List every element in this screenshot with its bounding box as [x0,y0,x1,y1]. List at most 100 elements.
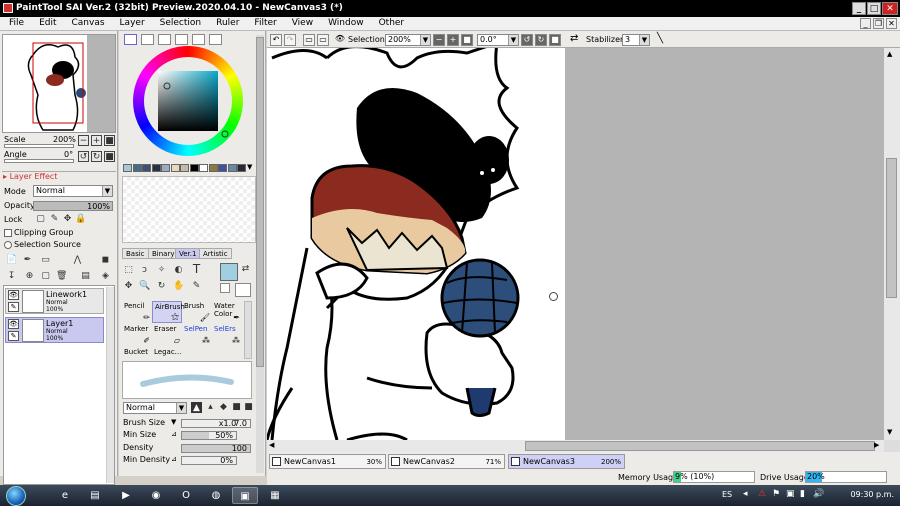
tool-pencil[interactable]: Pencil ✏ [122,301,152,323]
swatches-tab[interactable] [192,34,205,45]
eye-icon[interactable]: 👁 [8,290,19,300]
menu-selection[interactable]: Selection [151,17,207,28]
tray-network-icon[interactable]: ▣ [786,489,795,499]
stabilizer-select[interactable]: 3 ▼ [622,34,650,46]
rotation-select[interactable]: 0.0° ▼ [477,34,519,46]
lock-all-icon[interactable]: 🔒 [75,214,86,225]
color-swatch[interactable] [151,164,161,172]
rotate-left-button[interactable]: ↺ [521,34,533,46]
color-swatch[interactable] [132,164,142,172]
color-swatch[interactable] [142,164,151,172]
color-swatch[interactable] [218,164,227,172]
color-swatch[interactable] [199,164,208,172]
tool-legacy[interactable]: Legac... [152,347,182,359]
eyedropper-icon[interactable]: ✎ [191,281,202,292]
file-explorer-icon[interactable]: ▤ [82,487,108,504]
doc-close-button[interactable]: ✕ [886,18,897,29]
min-size-bar[interactable]: 50% [181,431,237,440]
doc-tab[interactable]: NewCanvas2 71% [388,454,505,469]
rect-select-icon[interactable]: ⬚ [123,265,134,276]
min-density-curve-icon[interactable]: ⊿ [171,455,177,463]
layer-item[interactable]: 👁 ✎ Linework1 Normal 100% [5,288,104,314]
app-icon[interactable]: ◍ [203,487,229,504]
menu-ruler[interactable]: Ruler [207,17,245,28]
deselect-icon[interactable]: ▭ [303,34,315,46]
maximize-button[interactable]: □ [867,2,881,15]
color-swatch[interactable] [161,164,170,172]
rotate-right-button[interactable]: ↻ [535,34,547,46]
menu-canvas[interactable]: Canvas [63,17,111,28]
menu-layer[interactable]: Layer [111,17,151,28]
swap-colors-icon[interactable]: ⇄ [240,264,251,275]
scroll-up-icon[interactable]: ▲ [887,50,892,58]
undo-icon[interactable]: ↶ [270,34,282,46]
doc-tab-active[interactable]: NewCanvas3 200% [508,454,625,469]
doc-restore-button[interactable]: ❐ [873,18,884,29]
zoom-select[interactable]: 200% ▼ [385,34,431,46]
rotate-reset-button[interactable]: ■ [104,151,115,162]
rgb-slider-tab[interactable] [141,34,154,45]
color-wheel[interactable] [133,46,243,156]
brush-tab-artistic[interactable]: Artistic [199,248,232,259]
lock-transparency-icon[interactable]: ▢ [35,214,46,225]
swatch-menu-icon[interactable]: ▼ [247,163,252,171]
layer-mask-icon[interactable]: ⋀ [72,255,83,266]
menu-edit[interactable]: Edit [30,17,62,28]
menu-filter[interactable]: Filter [245,17,282,28]
opera-icon[interactable]: O [173,487,199,504]
tool-watercolor[interactable]: Water Color ✒ [212,301,242,323]
painttool-sai-taskbar-icon[interactable]: ▣ [232,487,258,504]
start-button[interactable] [6,486,26,506]
clipping-checkbox[interactable] [4,228,12,237]
pen-icon[interactable]: ✎ [8,302,19,312]
brush-shape-round1-icon[interactable]: ▴ [205,402,216,413]
scratchpad-tab[interactable] [209,34,222,45]
brush-tab-binary[interactable]: Binary [148,248,179,259]
tool-grid-scrollbar[interactable] [244,301,252,359]
doc-minimize-button[interactable]: _ [860,18,871,29]
tool-bucket[interactable]: Bucket [122,347,152,359]
zoom-in-button[interactable]: + [447,34,459,46]
tray-flag-icon[interactable]: ⚑ [772,489,780,499]
brush-blend-select[interactable]: Normal ▼ [123,402,187,414]
angle-slider[interactable] [4,159,74,163]
color-swatch[interactable] [237,164,246,172]
menu-view[interactable]: View [283,17,319,28]
min-size-curve-icon[interactable]: ⊿ [171,430,177,438]
layer-item-selected[interactable]: 👁 ✎ Layer1 Normal 100% [5,317,104,343]
volume-icon[interactable]: 🔊 [813,489,824,499]
zoom-out-button[interactable]: − [78,135,89,146]
zoom-in-button[interactable]: + [91,135,102,146]
clipping-group-option[interactable]: Clipping Group [4,228,73,237]
color-wheel-tab[interactable] [124,34,137,45]
color-swatch[interactable] [189,164,199,172]
tool-airbrush[interactable]: AirBrush ⚝ [152,301,185,323]
scratchpad[interactable] [122,176,256,243]
new-folder-icon[interactable]: ▭ [40,255,51,266]
blend-mode-select[interactable]: Normal ▼ [33,185,113,197]
opacity-slider[interactable]: 100% [33,201,113,211]
zoom-out-button[interactable]: − [433,34,445,46]
hsv-slider-tab[interactable] [158,34,171,45]
menu-window[interactable]: Window [319,17,370,28]
hand-icon[interactable]: ✋ [173,281,184,292]
color-swatch[interactable] [180,164,189,172]
new-linework-layer-icon[interactable]: ✒ [22,255,33,266]
selection-source-radio[interactable] [4,240,12,249]
brush-tab-ver1[interactable]: Ver.1 [175,248,201,259]
zoom-icon[interactable]: 🔍 [139,281,150,292]
app-window-icon[interactable]: ▦ [262,487,288,504]
doc-tab[interactable]: NewCanvas1 30% [269,454,386,469]
layer-list-scrollbar[interactable] [106,287,114,483]
canvas-vertical-scrollbar[interactable]: ▲ ▼ [884,48,900,440]
scroll-left-icon[interactable]: ◀ [269,441,274,449]
min-density-bar[interactable]: 0% [181,456,237,465]
eye-icon[interactable]: 👁 [8,319,19,329]
vertical-scroll-thumb[interactable] [886,158,897,298]
foreground-color[interactable] [220,263,238,281]
menu-file[interactable]: File [0,17,30,28]
text-icon[interactable]: T [191,263,202,275]
media-player-icon[interactable]: ▶ [113,487,139,504]
tool-panel-scrollbar[interactable] [256,35,264,473]
transfer-down-icon[interactable]: ↧ [6,271,17,282]
